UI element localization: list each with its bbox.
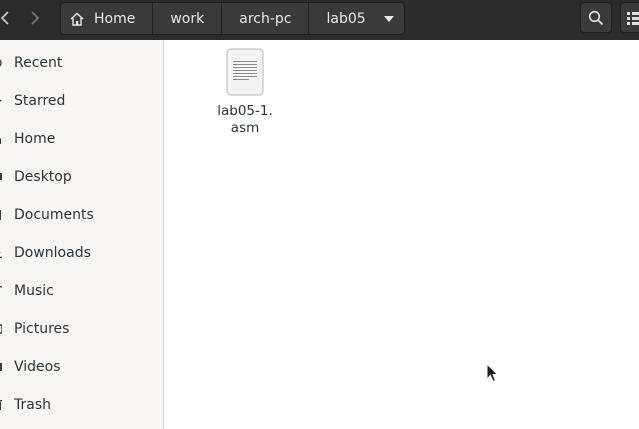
sidebar-item-label: Desktop [14, 169, 72, 185]
breadcrumb-home[interactable]: Home [61, 3, 154, 34]
breadcrumb-label: lab05 [326, 10, 366, 27]
trash-icon [0, 400, 2, 410]
sidebar-item-desktop[interactable]: Desktop [0, 157, 163, 195]
text-file-icon [226, 48, 264, 96]
chevron-left-icon [0, 11, 9, 25]
pictures-icon [0, 324, 2, 334]
breadcrumb-work[interactable]: work [153, 3, 223, 34]
forward-button[interactable] [20, 3, 50, 33]
sidebar-item-label: Pictures [14, 321, 70, 337]
breadcrumb-label: work [170, 10, 205, 27]
sidebar-item-pictures[interactable]: Pictures [0, 309, 163, 347]
header-bar: Home work arch-pc lab05 [0, 0, 639, 40]
sidebar-item-label: Recent [14, 55, 63, 71]
sidebar-item-videos[interactable]: Videos [0, 347, 163, 385]
sidebar-item-music[interactable]: Music [0, 271, 163, 309]
breadcrumb-label: arch-pc [239, 10, 292, 27]
view-options-button[interactable] [620, 2, 639, 33]
file-name-line: asm [230, 120, 260, 136]
file-name-line: lab05-1. [217, 103, 273, 119]
sidebar-item-documents[interactable]: Documents [0, 195, 163, 233]
file-name: lab05-1. asm [210, 103, 280, 137]
sidebar-item-label: Documents [14, 207, 94, 223]
breadcrumb-lab05[interactable]: lab05 [309, 3, 403, 34]
star-icon [0, 99, 2, 106]
sidebar-item-downloads[interactable]: Downloads [0, 233, 163, 271]
caret-down-icon [383, 15, 394, 22]
sidebar-item-starred[interactable]: Starred [0, 81, 163, 119]
clock-icon [0, 59, 2, 67]
videos-icon [0, 363, 2, 371]
home-icon [0, 138, 1, 144]
desktop-icon [0, 173, 2, 180]
sidebar-item-label: Music [14, 283, 54, 299]
sidebar-item-label: Downloads [14, 245, 91, 261]
breadcrumb-arch-pc[interactable]: arch-pc [222, 3, 310, 34]
downloads-icon [0, 252, 2, 258]
sidebar-item-label: Starred [14, 93, 66, 109]
sidebar-item-label: Trash [14, 397, 51, 413]
search-button[interactable] [580, 2, 612, 33]
mouse-cursor-icon [486, 363, 498, 383]
list-view-icon [627, 11, 639, 25]
documents-icon [0, 210, 1, 220]
file-item[interactable]: lab05-1. asm [210, 46, 280, 138]
back-button[interactable] [0, 3, 20, 33]
sidebar-item-trash[interactable]: Trash [0, 385, 163, 423]
sidebar: Recent Starred Home Desktop Documents Do… [0, 40, 164, 429]
sidebar-item-label: Videos [14, 359, 61, 375]
breadcrumb-label: Home [94, 10, 136, 27]
search-icon [588, 10, 604, 25]
breadcrumb: Home work arch-pc lab05 [60, 2, 405, 35]
file-view[interactable]: lab05-1. asm [165, 40, 639, 429]
music-icon [0, 286, 2, 288]
home-icon [70, 12, 84, 26]
sidebar-item-home[interactable]: Home [0, 119, 163, 157]
sidebar-item-label: Home [14, 131, 56, 147]
chevron-right-icon [31, 11, 40, 25]
sidebar-item-recent[interactable]: Recent [0, 43, 163, 81]
